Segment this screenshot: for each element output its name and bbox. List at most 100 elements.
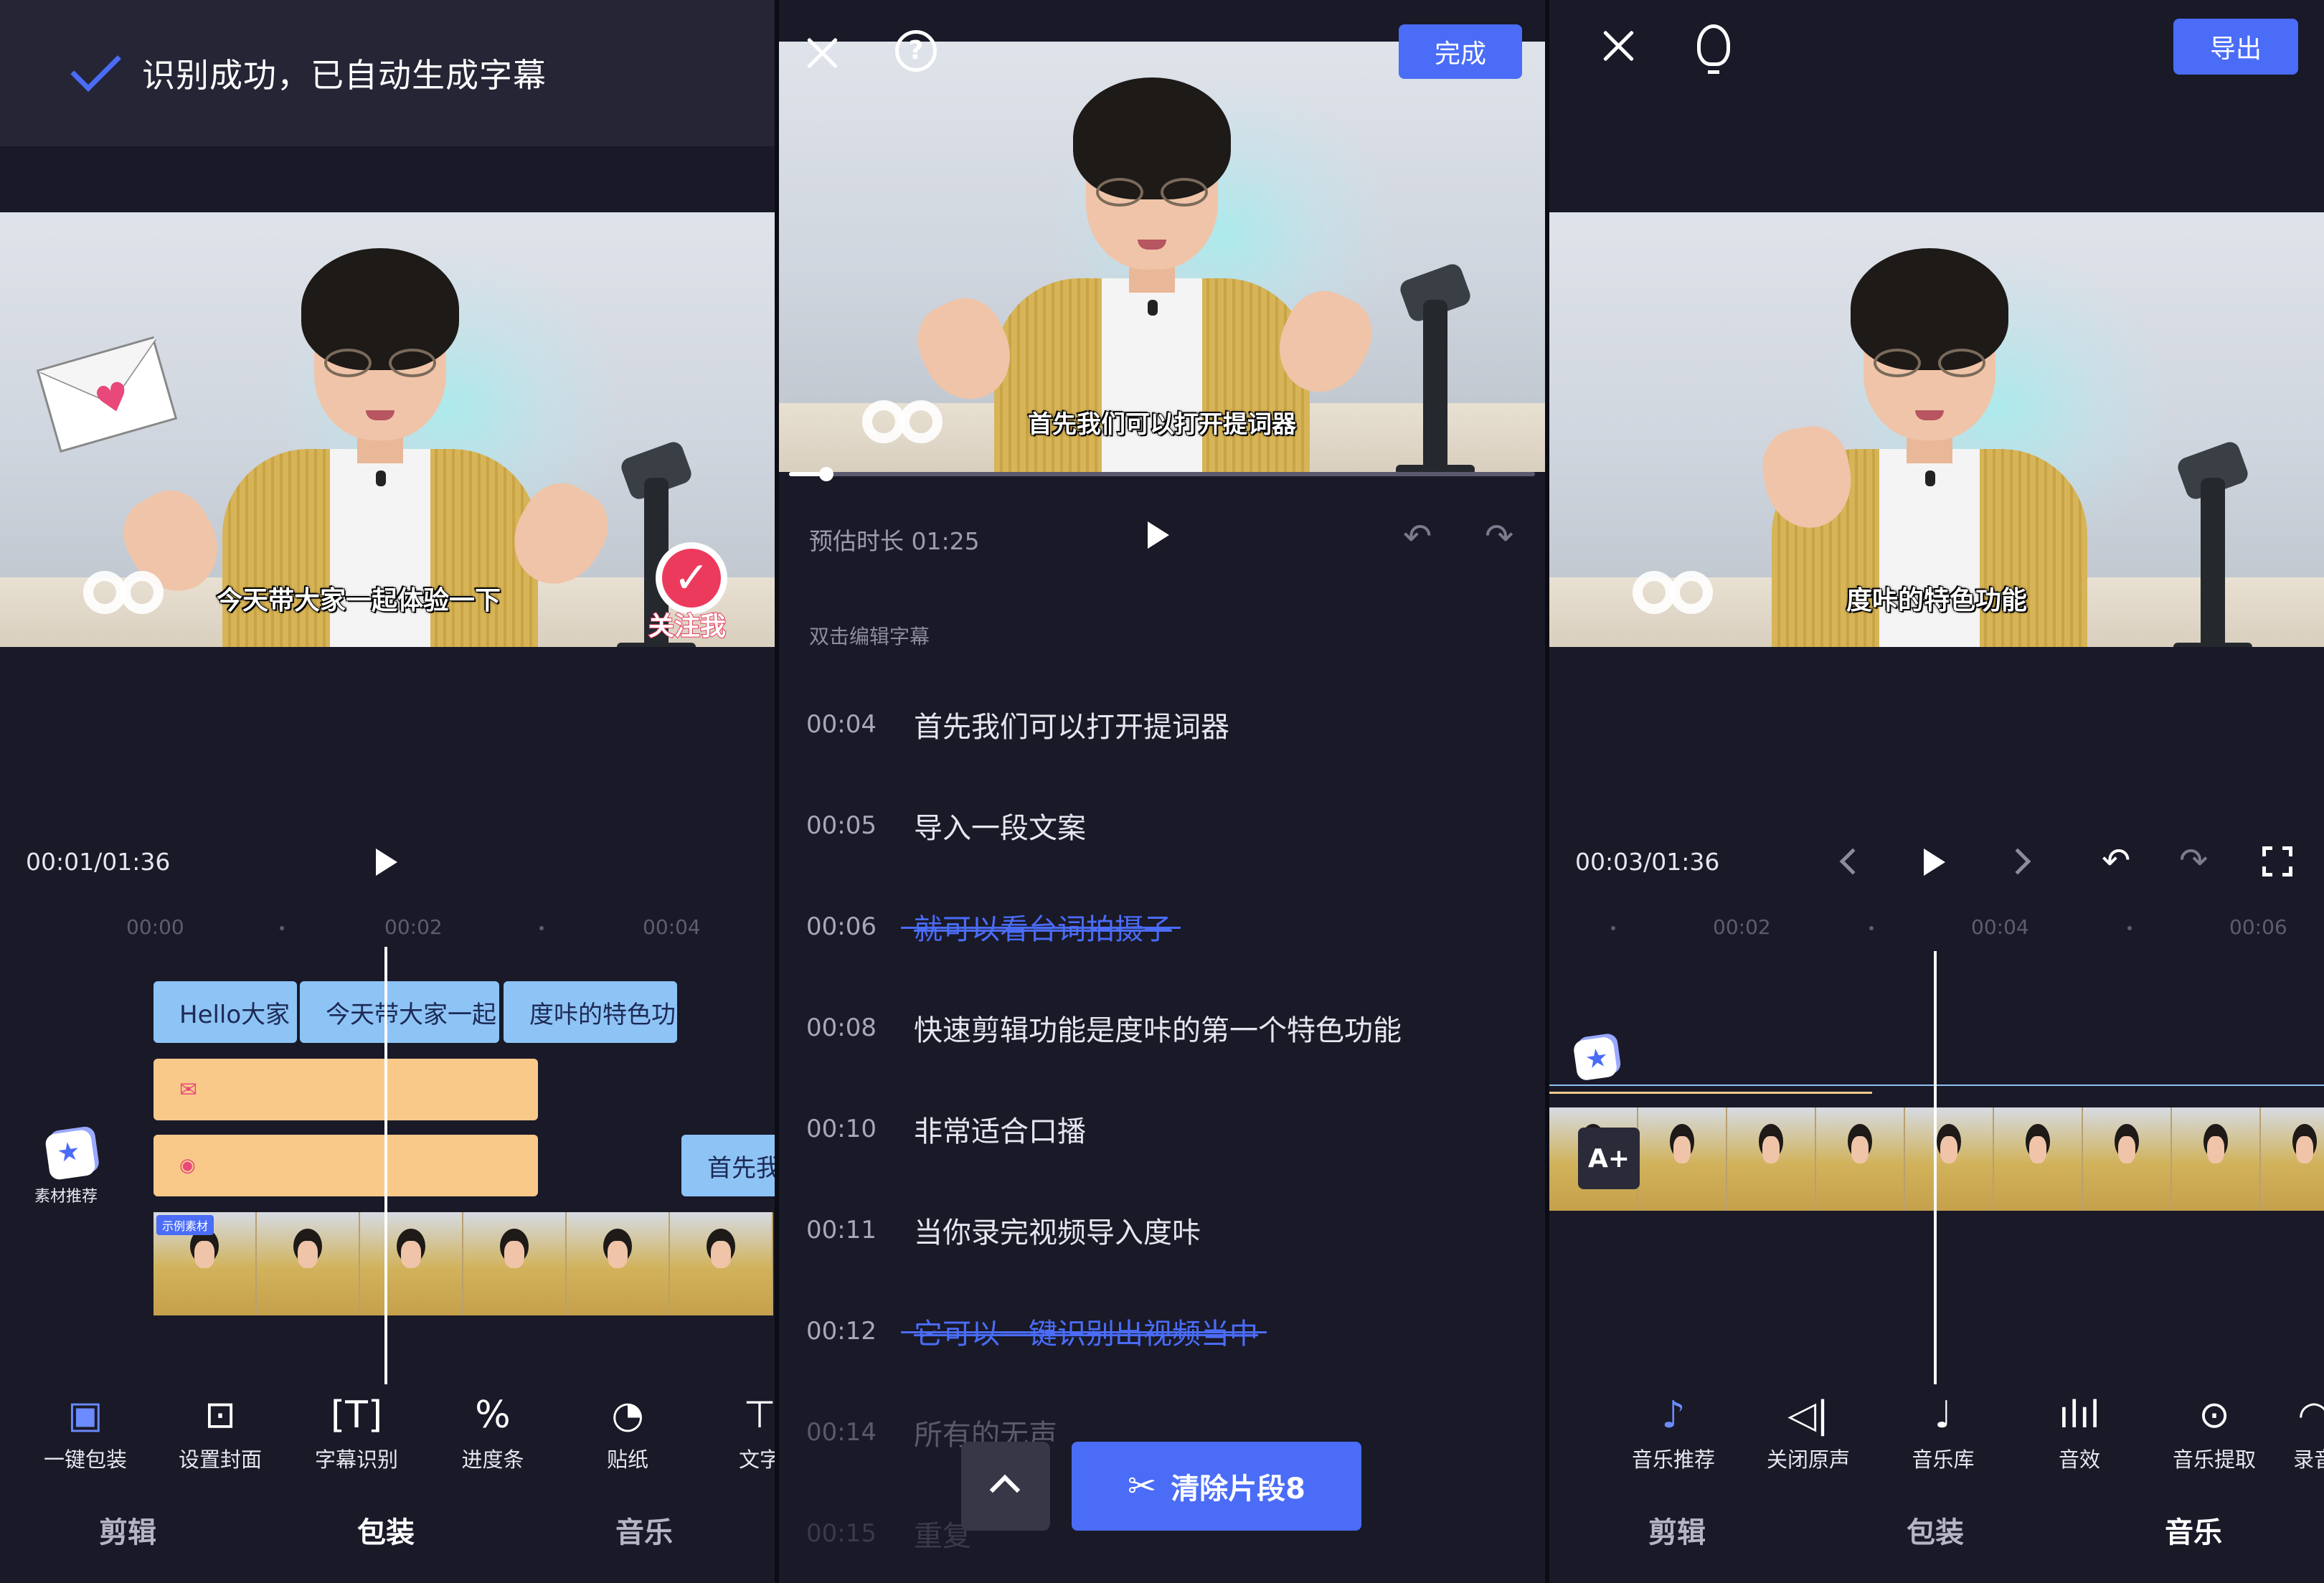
tool-progress-bar[interactable]: % 进度条: [439, 1391, 547, 1473]
row-time: 00:14: [806, 1418, 877, 1447]
subtitle-row[interactable]: 00:10 非常适合口播: [806, 1107, 1086, 1150]
row-text: 导入一段文案: [914, 812, 1086, 845]
clear-segments-button[interactable]: ✂ 清除片段8: [1072, 1442, 1361, 1531]
tool-label: 进度条: [461, 1447, 524, 1472]
tool-label: 贴纸: [606, 1447, 648, 1472]
row-time: 00:10: [806, 1115, 877, 1143]
ruler-dot: [2127, 926, 2132, 930]
tool-music-library[interactable]: ♩ 音乐库: [1889, 1391, 1997, 1473]
done-button[interactable]: 完成: [1399, 24, 1522, 79]
text-clip[interactable]: 首先我: [681, 1135, 775, 1196]
undo-icon[interactable]: ↶: [1403, 519, 1432, 554]
row-time: 00:08: [806, 1013, 877, 1042]
estimated-duration: 预估时长 01:25: [809, 527, 980, 555]
play-icon[interactable]: [376, 849, 397, 876]
playhead[interactable]: [1934, 951, 1937, 1384]
row-time: 00:04: [806, 710, 877, 739]
lightbulb-icon[interactable]: [1697, 24, 1730, 74]
tool-set-cover[interactable]: ⊡ 设置封面: [166, 1391, 274, 1473]
music-recommend-icon[interactable]: [1572, 1036, 1618, 1082]
follow-sticker[interactable]: ✓ 关注我: [648, 542, 733, 643]
timecode: 00:01/01:36: [26, 848, 171, 876]
tool-label: 一键包装: [43, 1447, 127, 1472]
tab-pack[interactable]: 包装: [357, 1509, 415, 1551]
subtitle-row[interactable]: 00:11 当你录完视频导入度咔: [806, 1209, 1201, 1252]
tab-edit[interactable]: 剪辑: [99, 1509, 156, 1551]
asset-recommend-icon[interactable]: [44, 1128, 97, 1181]
tool-label: 关闭原声: [1766, 1447, 1850, 1472]
tool-sound-effect[interactable]: ılıl 音效: [2026, 1391, 2133, 1473]
help-icon[interactable]: ?: [895, 30, 937, 72]
subtitle-row[interactable]: 00:15 重复: [806, 1512, 971, 1555]
tool-subtitle-recognition[interactable]: [T] 字幕识别: [303, 1391, 410, 1473]
next-icon[interactable]: [2004, 848, 2031, 875]
tool-text[interactable]: ⊤ 文字: [706, 1391, 775, 1473]
close-icon[interactable]: [1601, 29, 1635, 63]
close-icon[interactable]: [805, 36, 839, 70]
subtitle-row-deleted[interactable]: 00:12 它可以一键识别出视频当中: [806, 1310, 1267, 1353]
sticker-icon: ◔: [611, 1394, 644, 1437]
undo-icon[interactable]: ↶: [2102, 844, 2130, 878]
text-clip[interactable]: Hello大家: [153, 981, 297, 1043]
tool-label: 设置封面: [178, 1447, 262, 1472]
video-track[interactable]: [153, 1212, 775, 1315]
speaker-icon: ◁|: [1787, 1394, 1829, 1437]
tab-pack[interactable]: 包装: [1907, 1509, 1964, 1551]
video-subtitle: 首先我们可以打开提词器: [1027, 410, 1297, 440]
expand-up-button[interactable]: [961, 1442, 1050, 1531]
subtitle-row[interactable]: 00:08 快速剪辑功能是度咔的第一个特色功能: [806, 1006, 1402, 1049]
edit-hint: 双击编辑字幕: [809, 625, 930, 648]
success-toast: 识别成功，已自动生成字幕: [0, 0, 775, 146]
sticker-clip[interactable]: ◉: [153, 1135, 538, 1196]
sticker-clip[interactable]: ✉: [153, 1059, 538, 1120]
scissors-icon: ✂: [1127, 1466, 1157, 1506]
progress-knob[interactable]: [819, 467, 833, 481]
tool-music-extract[interactable]: ⊙ 音乐提取: [2160, 1391, 2268, 1473]
subtitle-row[interactable]: 00:05 导入一段文案: [806, 804, 1086, 847]
ruler-tick: 00:02: [1713, 915, 1771, 939]
asset-recommend-label: 素材推荐: [34, 1188, 98, 1206]
row-text: 它可以一键识别出视频当中: [901, 1310, 1267, 1352]
play-icon[interactable]: [1924, 849, 1945, 876]
video-preview[interactable]: 首先我们可以打开提词器: [779, 42, 1545, 472]
row-text: 非常适合口播: [914, 1115, 1086, 1148]
fullscreen-icon[interactable]: [2262, 846, 2292, 876]
tool-record[interactable]: ◠ 录音: [2285, 1391, 2324, 1473]
video-preview[interactable]: 度咔的特色功能: [1549, 212, 2324, 647]
play-icon[interactable]: [1148, 521, 1169, 549]
prev-icon[interactable]: [1839, 848, 1866, 875]
redo-icon[interactable]: ↷: [2179, 844, 2208, 878]
tab-music[interactable]: 音乐: [2165, 1509, 2222, 1551]
ruler-dot: [539, 926, 544, 930]
redo-icon[interactable]: ↷: [1485, 519, 1513, 554]
subtitle-row-deleted[interactable]: 00:06 就可以看台词拍摄子: [806, 905, 1181, 948]
tool-sticker[interactable]: ◔ 贴纸: [574, 1391, 681, 1473]
video-track[interactable]: [1549, 1107, 2324, 1211]
microphone-icon: ◠: [2297, 1394, 2324, 1437]
bottom-tabs: 剪辑 包装 音乐: [0, 1509, 775, 1567]
text-clip[interactable]: 今天带大家一起: [300, 981, 499, 1043]
ruler-tick: 00:04: [1971, 915, 2029, 939]
video-subtitle: 度咔的特色功能: [1846, 585, 2028, 616]
export-button[interactable]: 导出: [2173, 19, 2298, 75]
tool-one-click-pack[interactable]: ▣ 一键包装: [32, 1391, 139, 1473]
add-text-button[interactable]: A+: [1578, 1128, 1640, 1189]
ruler-dot: [280, 926, 284, 930]
panel-packaging: 识别成功，已自动生成字幕 今天带大家一起体验一下 ♥ ✓ 关注我 00:01/0…: [0, 0, 775, 1583]
progress-track[interactable]: [789, 472, 1535, 476]
subtitle-row[interactable]: 00:04 首先我们可以打开提词器: [806, 703, 1229, 746]
check-icon: [50, 55, 102, 91]
text-icon: ⊤: [743, 1394, 775, 1437]
tab-edit[interactable]: 剪辑: [1648, 1509, 1706, 1551]
tool-label: 音效: [2058, 1447, 2100, 1472]
music-track-line: [1549, 1092, 1872, 1094]
row-text: 当你录完视频导入度咔: [914, 1216, 1201, 1249]
tab-music[interactable]: 音乐: [615, 1509, 673, 1551]
music-sparkle-icon: ♪: [1661, 1394, 1686, 1437]
tool-label: 音乐库: [1912, 1447, 1975, 1472]
tool-mute-original[interactable]: ◁| 关闭原声: [1754, 1391, 1862, 1473]
tool-music-recommend[interactable]: ♪ 音乐推荐: [1620, 1391, 1727, 1473]
text-clip[interactable]: 度咔的特色功: [504, 981, 677, 1043]
row-time: 00:15: [806, 1519, 877, 1548]
playhead[interactable]: [384, 947, 387, 1384]
